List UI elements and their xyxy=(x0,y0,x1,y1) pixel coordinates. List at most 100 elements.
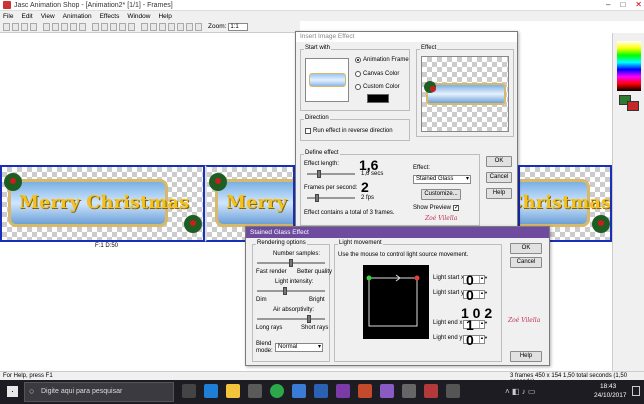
spinner-arrows[interactable]: ▲▼ xyxy=(479,336,488,343)
spinner-arrows[interactable]: ▲▼ xyxy=(479,276,488,283)
app-icon[interactable] xyxy=(358,384,372,398)
save-icon[interactable] xyxy=(21,22,28,31)
app-icon[interactable] xyxy=(292,384,306,398)
help-button[interactable]: Help xyxy=(510,351,542,362)
brush-tool-icon[interactable] xyxy=(168,22,175,31)
app-icon[interactable] xyxy=(336,384,350,398)
print-icon[interactable] xyxy=(30,22,37,31)
app-icon[interactable] xyxy=(446,384,460,398)
effect-select[interactable]: Stained Glass xyxy=(413,175,471,184)
customize-button[interactable]: Customize... xyxy=(421,189,461,200)
next-frame-icon[interactable] xyxy=(119,22,126,31)
tray-icons[interactable]: ˄ ◧ ♪ ▭ xyxy=(505,387,535,396)
intensity-slider[interactable] xyxy=(257,287,325,295)
ok-button[interactable]: OK xyxy=(486,156,512,167)
minimize-icon[interactable]: – xyxy=(606,0,610,9)
app-icon[interactable] xyxy=(424,384,438,398)
undo-icon[interactable] xyxy=(70,22,77,31)
maximize-icon[interactable]: □ xyxy=(620,0,625,9)
slider-thumb[interactable] xyxy=(283,287,287,295)
spinner-arrows[interactable]: ▲▼ xyxy=(479,321,488,328)
slider-thumb[interactable] xyxy=(307,315,311,323)
radio-custom-color[interactable]: Custom Color xyxy=(355,84,400,90)
menu-edit[interactable]: Edit xyxy=(21,13,32,20)
menu-effects[interactable]: Effects xyxy=(100,13,120,20)
search-box[interactable]: ○ Digite aqui para pesquisar xyxy=(24,382,174,402)
radio-dot[interactable] xyxy=(355,71,361,77)
effect-field-label: Effect: xyxy=(413,165,430,171)
absorptivity-slider[interactable] xyxy=(257,315,325,323)
menu-bar: File Edit View Animation Effects Window … xyxy=(0,11,644,21)
close-icon[interactable]: ✕ xyxy=(635,0,642,9)
file-explorer-icon[interactable] xyxy=(226,384,240,398)
task-view-icon[interactable] xyxy=(182,384,196,398)
text-tool-icon[interactable] xyxy=(195,22,202,31)
light-movement-canvas[interactable] xyxy=(363,265,429,339)
reverse-checkbox[interactable]: Run effect in reverse direction xyxy=(305,128,393,134)
cancel-button[interactable]: Cancel xyxy=(510,257,542,268)
chrome-icon[interactable] xyxy=(270,384,284,398)
redo-icon[interactable] xyxy=(79,22,86,31)
help-button[interactable]: Help xyxy=(486,188,512,199)
open-icon[interactable] xyxy=(12,22,19,31)
light-end-x-field[interactable]: 1 ▲▼ xyxy=(463,317,488,333)
notifications-icon[interactable] xyxy=(632,386,640,396)
radio-animation-frame[interactable]: Animation Frame xyxy=(355,57,409,63)
first-frame-icon[interactable] xyxy=(92,22,99,31)
menu-help[interactable]: Help xyxy=(158,13,171,20)
edge-icon[interactable] xyxy=(204,384,218,398)
radio-dot[interactable] xyxy=(355,57,361,63)
menu-view[interactable]: View xyxy=(41,13,55,20)
menu-file[interactable]: File xyxy=(3,13,13,20)
light-start-x-field[interactable]: 0 ▲▼ xyxy=(463,272,488,288)
word-icon[interactable] xyxy=(314,384,328,398)
frame-1[interactable]: Merry Christmas xyxy=(0,165,205,242)
better-quality-label: Better quality xyxy=(297,269,333,275)
menu-window[interactable]: Window xyxy=(127,13,150,20)
last-frame-icon[interactable] xyxy=(128,22,135,31)
show-preview-checkbox[interactable]: Show Preview ✓ xyxy=(413,205,459,211)
color-swatches[interactable] xyxy=(617,41,641,91)
store-icon[interactable] xyxy=(248,384,262,398)
fps-slider[interactable] xyxy=(307,194,355,202)
select-tool-icon[interactable] xyxy=(141,22,148,31)
radio-dot[interactable] xyxy=(355,84,361,90)
prev-frame-icon[interactable] xyxy=(101,22,108,31)
slider-thumb[interactable] xyxy=(315,194,319,202)
cut-icon[interactable] xyxy=(43,22,50,31)
move-tool-icon[interactable] xyxy=(150,22,157,31)
custom-color-swatch[interactable] xyxy=(367,94,389,103)
radio-canvas-color[interactable]: Canvas Color xyxy=(355,71,399,77)
samples-slider[interactable] xyxy=(257,259,325,267)
light-end-y-field[interactable]: 0 ▲▼ xyxy=(463,332,488,348)
animation-shop-icon[interactable] xyxy=(380,384,394,398)
eraser-tool-icon[interactable] xyxy=(177,22,184,31)
light-start-y-field[interactable]: 0 ▲▼ xyxy=(463,287,488,303)
cancel-button[interactable]: Cancel xyxy=(486,172,512,183)
copy-icon[interactable] xyxy=(52,22,59,31)
fill-tool-icon[interactable] xyxy=(186,22,193,31)
checkbox[interactable]: ✓ xyxy=(453,205,459,211)
menu-animation[interactable]: Animation xyxy=(63,13,92,20)
zoom-select[interactable]: 1:1 xyxy=(228,22,249,31)
checkbox[interactable] xyxy=(305,128,311,134)
new-icon[interactable] xyxy=(3,22,10,31)
ok-button[interactable]: OK xyxy=(510,243,542,254)
paste-icon[interactable] xyxy=(61,22,68,31)
background-color[interactable] xyxy=(627,101,639,111)
fps-value: 2 fps xyxy=(361,195,375,201)
blend-mode-select[interactable]: Normal xyxy=(275,343,323,352)
windows-start-icon[interactable] xyxy=(7,386,18,397)
slider-thumb[interactable] xyxy=(317,170,321,178)
length-slider[interactable] xyxy=(307,170,355,178)
color-palette xyxy=(612,33,644,371)
app-icon[interactable] xyxy=(402,384,416,398)
spinner-arrows[interactable]: ▲▼ xyxy=(479,291,488,298)
play-icon[interactable] xyxy=(110,22,117,31)
status-left: For Help, press F1 xyxy=(3,373,53,379)
fps-annotation: 2 xyxy=(361,179,369,195)
light-movement-group: Light movement Use the mouse to control … xyxy=(334,240,502,362)
dropper-tool-icon[interactable] xyxy=(159,22,166,31)
slider-thumb[interactable] xyxy=(289,259,293,267)
rendering-options-group: Rendering options Number samples: Fast r… xyxy=(252,240,333,362)
